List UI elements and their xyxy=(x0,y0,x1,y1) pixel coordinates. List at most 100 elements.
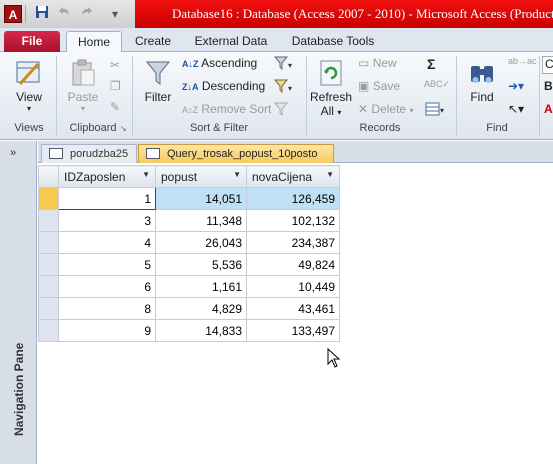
table-row[interactable]: 1 14,051 126,459 xyxy=(38,187,340,210)
new-record-button[interactable]: ▭ New xyxy=(358,56,397,70)
cell[interactable]: 3 xyxy=(58,209,156,232)
font-color-icon[interactable]: A xyxy=(544,102,553,116)
table-icon xyxy=(49,148,63,159)
bold-icon[interactable]: B xyxy=(544,79,553,93)
ascending-label: Ascending xyxy=(201,56,258,70)
tab-external-data[interactable]: External Data xyxy=(190,31,272,52)
cell[interactable]: 133,497 xyxy=(246,319,340,342)
cell[interactable]: 1,161 xyxy=(155,275,247,298)
column-header-novacijena[interactable]: novaCijena ▼ xyxy=(246,165,340,188)
tab-file[interactable]: File xyxy=(4,31,60,52)
view-button[interactable]: View ▾ xyxy=(8,58,50,113)
copy-icon[interactable]: ❐ xyxy=(110,79,121,93)
tab-create[interactable]: Create xyxy=(130,31,176,52)
group-separator xyxy=(56,56,57,136)
remove-sort-button[interactable]: A↕Z Remove Sort xyxy=(182,102,271,116)
format-painter-icon[interactable]: ✎ xyxy=(110,100,120,114)
table-row[interactable]: 8 4,829 43,461 xyxy=(38,297,340,320)
cell[interactable]: 8 xyxy=(58,297,156,320)
cell[interactable]: 234,387 xyxy=(246,231,340,254)
refresh-sub-label: All xyxy=(320,104,334,118)
cell[interactable]: 5 xyxy=(58,253,156,276)
column-header-idzaposlen[interactable]: IDZaposlen ▼ xyxy=(58,165,156,188)
more-records-icon[interactable]: ▾ xyxy=(425,102,447,119)
save-label: Save xyxy=(372,79,401,93)
goto-icon[interactable]: ➜▾ xyxy=(508,79,524,93)
cell[interactable]: 11,348 xyxy=(155,209,247,232)
table-row[interactable]: 3 11,348 102,132 xyxy=(38,209,340,232)
cell[interactable]: 4,829 xyxy=(155,297,247,320)
replace-icon[interactable]: ab→ac xyxy=(508,56,537,66)
cell[interactable]: 10,449 xyxy=(246,275,340,298)
table-row[interactable]: 5 5,536 49,824 xyxy=(38,253,340,276)
toggle-filter-icon[interactable] xyxy=(273,102,290,119)
delete-record-button[interactable]: ✕ Delete ▾ xyxy=(358,102,413,116)
cut-icon[interactable]: ✂ xyxy=(110,58,120,72)
find-button[interactable]: Find xyxy=(462,58,502,104)
select-icon[interactable]: ↖▾ xyxy=(508,102,524,116)
refresh-all-button[interactable]: Refresh All ▾ xyxy=(310,58,352,118)
doc-tab-porudzba25[interactable]: porudzba25 xyxy=(41,144,137,163)
undo-icon[interactable] xyxy=(55,5,73,23)
svg-text:▾: ▾ xyxy=(440,106,444,115)
navigation-pane[interactable]: » Navigation Pane xyxy=(0,141,37,464)
advanced-filter-icon[interactable]: ▾ xyxy=(273,79,294,96)
remove-sort-label: Remove Sort xyxy=(201,102,272,116)
tab-database-tools[interactable]: Database Tools xyxy=(286,31,380,52)
datasheet-grid: IDZaposlen ▼ popust ▼ novaCijena ▼ 1 14,051… xyxy=(38,165,340,342)
save-record-button[interactable]: ▣ Save xyxy=(358,79,400,93)
save-icon[interactable] xyxy=(33,5,51,23)
cell[interactable]: 6 xyxy=(58,275,156,298)
sort-descending-icon: Z↓A xyxy=(182,82,199,92)
chevron-down-icon[interactable]: ▼ xyxy=(142,170,150,179)
chevron-down-icon[interactable]: ▼ xyxy=(326,170,334,179)
access-icon[interactable]: A xyxy=(4,5,22,23)
paste-button[interactable]: Paste ▾ xyxy=(62,58,104,113)
record-selector[interactable] xyxy=(38,319,59,342)
descending-button[interactable]: Z↓A Descending xyxy=(182,79,265,93)
cell[interactable]: 14,051 xyxy=(155,187,247,210)
cell[interactable]: 126,459 xyxy=(246,187,340,210)
cell[interactable]: 26,043 xyxy=(155,231,247,254)
table-row[interactable]: 9 14,833 133,497 xyxy=(38,319,340,342)
tab-home[interactable]: Home xyxy=(66,31,122,53)
record-selector[interactable] xyxy=(38,297,59,320)
totals-icon[interactable]: Σ xyxy=(427,56,435,72)
view-label: View xyxy=(16,90,42,104)
cell[interactable]: 9 xyxy=(58,319,156,342)
cell[interactable]: 4 xyxy=(58,231,156,254)
datasheet[interactable]: IDZaposlen ▼ popust ▼ novaCijena ▼ 1 14,051… xyxy=(38,163,553,464)
chevron-down-icon: ▾ xyxy=(80,104,85,113)
redo-icon[interactable] xyxy=(78,5,96,23)
record-selector[interactable] xyxy=(38,253,59,276)
record-selector[interactable] xyxy=(38,231,59,254)
nav-pane-toggle[interactable]: » xyxy=(10,147,16,159)
cell[interactable]: 49,824 xyxy=(246,253,340,276)
cell[interactable]: 5,536 xyxy=(155,253,247,276)
cell[interactable]: 43,461 xyxy=(246,297,340,320)
table-row[interactable]: 6 1,161 10,449 xyxy=(38,275,340,298)
column-header-popust[interactable]: popust ▼ xyxy=(155,165,247,188)
ascending-button[interactable]: A↓Z Ascending xyxy=(182,56,257,70)
dialog-launcher-icon[interactable]: ↘ xyxy=(120,124,127,133)
cell[interactable]: 1 xyxy=(58,187,156,210)
record-selector[interactable] xyxy=(38,187,59,210)
doc-tab-label: Query_trosak_popust_10posto xyxy=(167,148,318,160)
refresh-icon xyxy=(320,60,342,86)
record-selector[interactable] xyxy=(38,209,59,232)
spelling-icon[interactable]: ABC✓ xyxy=(424,79,450,90)
filter-button[interactable]: Filter xyxy=(138,58,178,104)
dropdown-icon[interactable]: ▾ xyxy=(106,5,124,23)
select-all-cell[interactable] xyxy=(38,165,59,188)
cell[interactable]: 14,833 xyxy=(155,319,247,342)
chevron-down-icon[interactable]: ▼ xyxy=(233,170,241,179)
cell[interactable]: 102,132 xyxy=(246,209,340,232)
selection-filter-icon[interactable]: ▾ xyxy=(273,56,294,73)
table-row[interactable]: 4 26,043 234,387 xyxy=(38,231,340,254)
mouse-cursor-icon xyxy=(327,348,341,368)
filter-icon xyxy=(145,61,171,85)
record-selector[interactable] xyxy=(38,275,59,298)
font-name-box[interactable]: C xyxy=(542,56,553,74)
doc-tab-query[interactable]: Query_trosak_popust_10posto xyxy=(138,144,334,163)
ribbon-tabs: File Home Create External Data Database … xyxy=(0,28,553,53)
